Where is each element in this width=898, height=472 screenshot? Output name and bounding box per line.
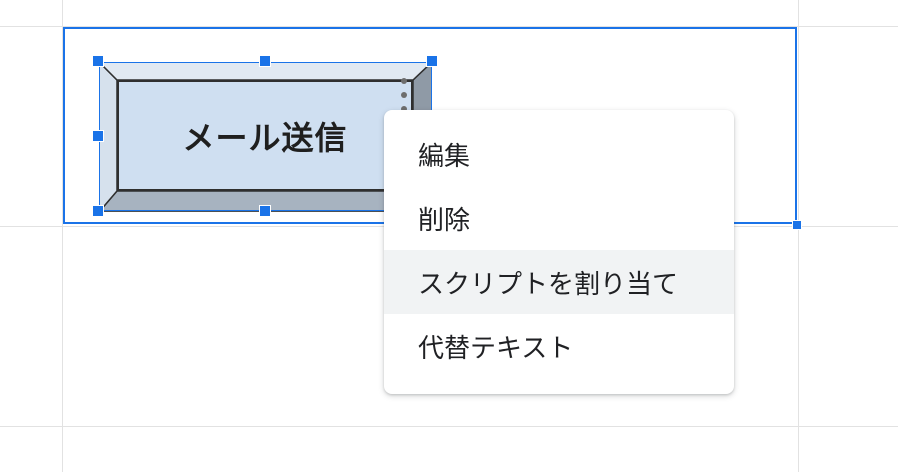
resize-handle-bottom[interactable]: [259, 205, 271, 217]
more-dot: [401, 78, 407, 84]
menu-item-assign-script[interactable]: スクリプトを割り当て: [384, 250, 734, 314]
resize-handle-bottom-left[interactable]: [92, 205, 104, 217]
more-dot: [401, 92, 407, 98]
grid-row-line: [0, 426, 898, 427]
grid-column-line: [798, 0, 799, 472]
resize-handle-top-left[interactable]: [92, 55, 104, 67]
menu-item-alt-text[interactable]: 代替テキスト: [384, 314, 734, 378]
resize-handle-left[interactable]: [92, 130, 104, 142]
menu-item-edit[interactable]: 編集: [384, 122, 734, 186]
cell-fill-handle[interactable]: [792, 220, 802, 230]
resize-handle-top[interactable]: [259, 55, 271, 67]
more-vert-icon[interactable]: [398, 78, 410, 112]
resize-handle-top-right[interactable]: [426, 55, 438, 67]
menu-item-delete[interactable]: 削除: [384, 186, 734, 250]
drawing-selection-frame: [99, 62, 432, 211]
drawing-context-menu: 編集 削除 スクリプトを割り当て 代替テキスト: [384, 110, 734, 394]
